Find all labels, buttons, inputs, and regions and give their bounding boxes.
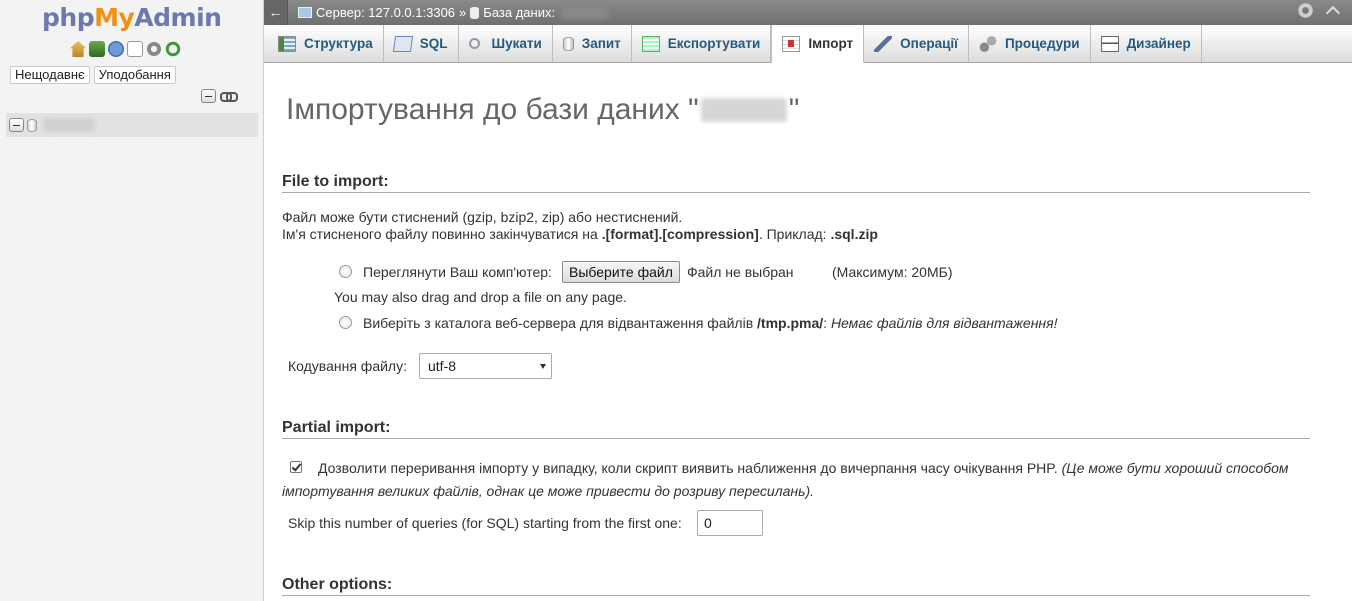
recent-tab[interactable]: Нещодавнє [10,66,90,84]
no-file-selected-text: Файл не выбран [687,264,794,280]
upload-from-webserver-radio[interactable] [339,316,352,329]
charset-select[interactable]: utf-8 [419,353,552,379]
tree-controls [201,89,238,103]
allow-interrupt-hint-continued: імпортування великих файлів, однак це мо… [282,483,814,499]
webserver-colon: : [823,315,828,331]
favorites-tab[interactable]: Уподобання [93,66,176,84]
database-name-redacted [700,98,787,122]
exit-icon[interactable] [89,41,105,57]
other-options-legend: Other options: [282,576,1310,596]
tab-label: Структура [304,36,373,51]
tab-query[interactable]: Запит [553,25,632,62]
tab-export[interactable]: Експортувати [632,25,772,62]
search-icon [468,38,480,49]
logo-part-my: My [94,3,135,32]
reload-icon[interactable] [165,41,181,57]
navigation-panel: phpMyAdmin Нещодавнє Уподобання [0,0,264,601]
database-icon [470,6,480,19]
logo-part-php: php [42,3,95,32]
tab-operations[interactable]: Операції [864,25,969,62]
tab-designer[interactable]: Дизайнер [1091,25,1202,62]
database-tree-item[interactable] [6,113,258,137]
import-icon [782,35,801,52]
charset-label: Кодування файлу: [288,358,407,374]
import-page: Імпортування до бази даних " " File to im… [264,63,1352,601]
naming-prefix: Ім'я стисненого файлу повинно закінчуват… [282,226,602,242]
tab-search[interactable]: Шукати [459,25,553,62]
page-title: Імпортування до бази даних " " [286,93,799,127]
page-title-suffix: " [788,93,800,126]
naming-example: .sql.zip [830,226,878,242]
allow-interrupt-text: Дозволити переривання імпорту у випадку,… [318,460,1058,476]
logo-part-admin: Admin [134,3,222,32]
structure-icon [278,35,296,52]
allow-interrupt-hint-2: імпортування великих файлів, однак це мо… [282,483,815,499]
tab-sql[interactable]: SQL [384,25,459,62]
procedures-icon [978,35,997,52]
naming-format: .[format].[compression] [601,226,759,242]
database-tabs: Структура SQL Шукати Запит Експортувати … [264,25,1352,63]
nav-tabs: Нещодавнє Уподобання [10,66,176,84]
compression-info: Файл може бути стиснений (gzip, bzip2, z… [282,209,683,225]
skip-queries-label: Skip this number of queries (for SQL) st… [288,515,682,531]
compression-naming-info: Ім'я стисненого файлу повинно закінчуват… [282,226,878,242]
tab-label: Експортувати [667,36,761,51]
charset-selected-value: utf-8 [428,358,457,374]
sql-icon [392,35,413,52]
naming-mid: . Приклад: [758,226,831,242]
server-breadcrumb-bar: ← Сервер: 127.0.0.1:3306 » База даних: [264,0,1352,25]
tab-import[interactable]: Імпорт [771,25,865,63]
upload-from-computer-radio[interactable] [339,265,352,278]
server-icon [298,7,312,18]
collapse-up-icon[interactable] [1326,4,1340,18]
skip-queries-input[interactable]: 0 [697,510,763,536]
tab-label: Шукати [491,36,542,51]
toggle-navigation-icon[interactable]: ← [264,0,288,25]
designer-icon [1100,35,1119,52]
webserver-label-text: Виберіть з каталога веб-сервера для відв… [363,315,758,331]
partial-import-legend: Partial import: [282,419,1310,439]
no-files-message: Немає файлів для відвантаження! [830,315,1058,331]
export-icon [641,35,660,52]
help-icon[interactable] [108,41,124,57]
tab-label: Дизайнер [1126,36,1191,51]
file-to-import-legend: File to import: [282,173,1310,193]
page-title-prefix: Імпортування до бази даних " [286,93,699,126]
docs-icon[interactable] [127,41,143,57]
drag-drop-hint: You may also drag and drop a file on any… [334,289,627,305]
collapse-icon[interactable] [9,118,24,132]
tab-label: Операції [900,36,958,51]
choose-file-button[interactable]: Выберите файл [562,261,680,283]
operations-icon [874,35,893,52]
server-link[interactable]: Сервер: 127.0.0.1:3306 [316,5,455,20]
chevron-down-icon [540,364,546,369]
topbar-actions [1297,2,1340,19]
database-icon [27,118,37,132]
database-name-redacted[interactable] [43,118,95,132]
query-icon [562,36,574,51]
webserver-dir: /tmp.pma/ [757,315,824,331]
allow-interrupt-checkbox[interactable] [290,461,302,473]
webserver-dir-label: Виберіть з каталога веб-сервера для відв… [363,315,1058,331]
database-name-redacted[interactable] [561,6,610,19]
link-with-main-icon[interactable] [220,90,238,102]
database-link[interactable]: База даних: [483,5,555,20]
breadcrumb-separator: » [459,5,467,20]
tab-structure[interactable]: Структура [268,25,384,62]
browse-computer-label: Переглянути Ваш комп'ютер: [363,264,552,280]
quick-links [70,41,181,57]
collapse-all-icon[interactable] [201,89,216,103]
allow-interrupt-hint: (Це може бути хороший способом [1061,460,1289,476]
allow-interrupt-label: Дозволити переривання імпорту у випадку,… [318,460,1289,476]
home-icon[interactable] [70,41,86,57]
max-size-text: (Максимум: 20МБ) [832,264,953,280]
tab-label: SQL [419,36,448,51]
tab-label: Запит [581,36,621,51]
tab-procedures[interactable]: Процедури [969,25,1091,62]
tab-label: Імпорт [808,36,854,51]
phpmyadmin-logo[interactable]: phpMyAdmin [42,3,222,33]
settings-gear-icon[interactable] [1297,2,1314,19]
tab-label: Процедури [1004,36,1080,51]
settings-icon[interactable] [146,41,162,57]
